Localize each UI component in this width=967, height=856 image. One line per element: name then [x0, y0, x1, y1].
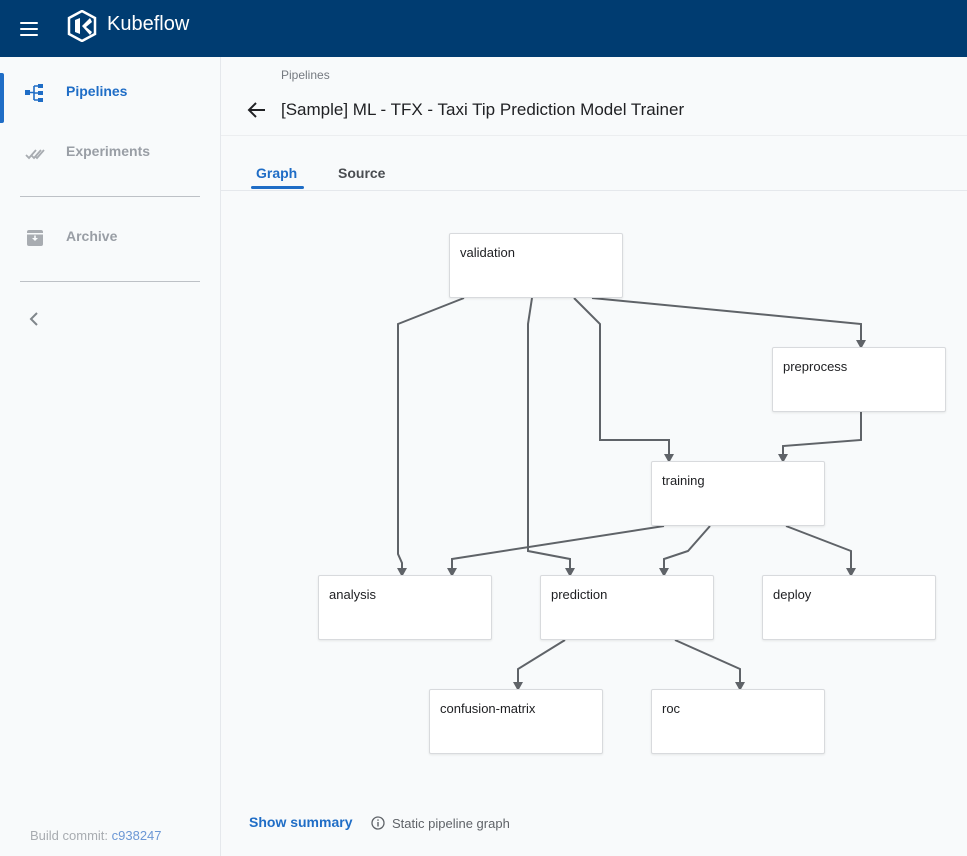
- edge-training-analysis: [451, 525, 665, 568]
- archive-icon: [27, 230, 43, 246]
- tab-source[interactable]: Source: [338, 165, 385, 181]
- edge-prediction-confusion: [517, 639, 566, 682]
- back-arrow-icon[interactable]: [245, 99, 269, 121]
- chevron-left-icon[interactable]: [24, 309, 44, 329]
- top-app-bar: Kubeflow: [0, 0, 967, 57]
- node-label: deploy: [773, 587, 812, 602]
- pipeline-graph: validation preprocess training analysis …: [221, 191, 967, 801]
- edge-validation-prediction: [527, 297, 571, 568]
- node-label: training: [662, 473, 705, 488]
- edge-validation-analysis: [397, 297, 465, 568]
- sidebar-item-archive[interactable]: Archive: [0, 210, 221, 266]
- sidebar-item-label: Experiments: [66, 143, 151, 159]
- page-header: Pipelines [Sample] ML - TFX - Taxi Tip P…: [221, 57, 967, 136]
- node-validation[interactable]: validation: [449, 233, 623, 298]
- show-summary-button[interactable]: Show summary: [249, 814, 352, 830]
- node-label: confusion-matrix: [440, 701, 536, 716]
- edge-training-prediction: [663, 525, 711, 568]
- sidebar-item-pipelines[interactable]: Pipelines: [0, 65, 221, 123]
- active-tab-indicator: [251, 186, 304, 189]
- sidebar-divider: [20, 281, 200, 282]
- edge-validation-preprocess: [591, 297, 862, 340]
- edge-training-deploy: [785, 525, 852, 568]
- sidebar-item-experiments[interactable]: Experiments: [0, 125, 221, 181]
- node-confusion-matrix[interactable]: confusion-matrix: [429, 689, 603, 754]
- node-prediction[interactable]: prediction: [540, 575, 714, 640]
- build-commit-label: Build commit:: [30, 828, 112, 843]
- tab-graph[interactable]: Graph: [256, 165, 297, 181]
- main-content: Pipelines [Sample] ML - TFX - Taxi Tip P…: [221, 57, 967, 856]
- app-brand[interactable]: Kubeflow: [107, 13, 189, 36]
- node-label: preprocess: [783, 359, 848, 374]
- info-icon: [371, 816, 385, 830]
- node-label: analysis: [329, 587, 376, 602]
- node-roc[interactable]: roc: [651, 689, 825, 754]
- build-commit: Build commit: c938247: [30, 828, 162, 843]
- sidebar: Pipelines Experiments Archive Build comm…: [0, 57, 221, 856]
- sidebar-divider: [20, 196, 200, 197]
- node-deploy[interactable]: deploy: [762, 575, 936, 640]
- breadcrumb[interactable]: Pipelines: [281, 68, 330, 82]
- hamburger-menu-icon[interactable]: [16, 16, 44, 42]
- node-label: validation: [460, 245, 515, 260]
- node-label: prediction: [551, 587, 608, 602]
- tab-bar: Graph Source: [221, 136, 967, 191]
- experiments-icon: [25, 149, 45, 160]
- node-preprocess[interactable]: preprocess: [772, 347, 946, 412]
- edge-preprocess-training: [782, 412, 862, 454]
- edge-prediction-roc: [674, 639, 741, 682]
- static-graph-label: Static pipeline graph: [392, 816, 510, 831]
- node-label: roc: [662, 701, 681, 716]
- kubeflow-logo-icon[interactable]: [66, 10, 98, 42]
- sidebar-item-label: Archive: [66, 228, 118, 244]
- sidebar-item-label: Pipelines: [66, 83, 128, 99]
- edge-validation-training: [573, 297, 670, 454]
- build-commit-link[interactable]: c938247: [112, 828, 162, 843]
- node-training[interactable]: training: [651, 461, 825, 526]
- page-title: [Sample] ML - TFX - Taxi Tip Prediction …: [281, 100, 685, 119]
- node-analysis[interactable]: analysis: [318, 575, 492, 640]
- pipelines-icon: [25, 84, 43, 102]
